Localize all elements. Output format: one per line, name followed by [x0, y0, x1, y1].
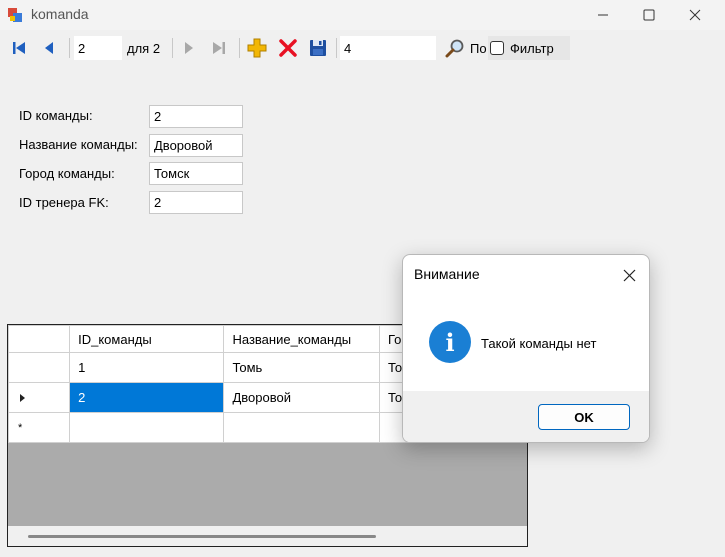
row-header-current[interactable]: [8, 382, 71, 413]
team-name-field[interactable]: [149, 134, 243, 157]
close-icon: [689, 9, 701, 21]
grid-cell[interactable]: [69, 412, 225, 443]
grid-cell[interactable]: Томь: [223, 352, 380, 383]
coach-id-field[interactable]: [149, 191, 243, 214]
title-bar: komanda: [0, 0, 725, 30]
add-new-button[interactable]: [245, 37, 269, 59]
save-button[interactable]: [306, 37, 330, 59]
team-id-label: ID команды:: [19, 108, 93, 123]
save-floppy-icon: [310, 40, 326, 56]
minimize-icon: [598, 14, 608, 16]
team-city-label: Город команды:: [19, 166, 115, 181]
dialog-message: Такой команды нет: [481, 336, 597, 351]
dialog-close-button[interactable]: [619, 265, 639, 285]
delete-x-icon: [279, 39, 297, 57]
move-next-icon: [185, 42, 193, 54]
toolbar-separator: [172, 38, 173, 58]
checkbox-box[interactable]: [490, 41, 504, 55]
magnifier-icon: [445, 39, 464, 58]
maximize-icon: [643, 9, 655, 21]
close-icon: [623, 269, 635, 281]
message-dialog: Внимание i Такой команды нет OK: [402, 254, 650, 443]
move-first-button[interactable]: [8, 37, 30, 59]
search-button-label: По: [470, 41, 487, 56]
move-next-button[interactable]: [178, 37, 200, 59]
binding-navigator: для 2: [0, 33, 725, 63]
coach-id-label: ID тренера FK:: [19, 195, 109, 210]
minimize-button[interactable]: [580, 0, 626, 30]
horizontal-scrollbar[interactable]: [8, 526, 527, 546]
move-previous-icon: [45, 42, 53, 54]
window-title: komanda: [31, 6, 89, 22]
column-header-team-name[interactable]: Название_команды: [223, 325, 380, 353]
move-last-icon: [213, 42, 225, 54]
move-first-icon: [13, 42, 25, 54]
record-count-label: для 2: [127, 41, 161, 56]
row-header[interactable]: [8, 352, 71, 383]
team-name-label: Название команды:: [19, 137, 138, 152]
toolbar-separator: [69, 38, 70, 58]
close-window-button[interactable]: [672, 0, 718, 30]
move-previous-button[interactable]: [38, 37, 60, 59]
team-city-field[interactable]: [149, 162, 243, 185]
new-row-header[interactable]: *: [8, 412, 71, 443]
grid-cell[interactable]: 1: [69, 352, 225, 383]
scrollbar-thumb[interactable]: [28, 535, 376, 538]
column-header-team-id[interactable]: ID_команды: [69, 325, 225, 353]
filter-checkbox[interactable]: Фильтр: [488, 36, 570, 60]
grid-cell[interactable]: Дворовой: [223, 382, 380, 413]
delete-button[interactable]: [276, 37, 300, 59]
app-form-icon: [8, 8, 22, 22]
filter-label: Фильтр: [510, 40, 554, 56]
info-icon: i: [429, 321, 471, 363]
grid-cell[interactable]: [223, 412, 380, 443]
add-plus-icon: [247, 38, 267, 58]
dialog-title: Внимание: [414, 266, 480, 282]
position-input[interactable]: [74, 36, 122, 60]
new-row-star-icon: *: [18, 421, 23, 434]
dialog-footer: OK: [403, 391, 649, 442]
move-last-button[interactable]: [208, 37, 230, 59]
maximize-button[interactable]: [626, 0, 672, 30]
search-input[interactable]: [340, 36, 436, 60]
toolbar-separator: [336, 38, 337, 58]
toolbar-separator: [239, 38, 240, 58]
grid-cell-selected[interactable]: 2: [69, 382, 225, 413]
team-id-field[interactable]: [149, 105, 243, 128]
current-row-arrow-icon: [20, 393, 25, 402]
grid-corner-header[interactable]: [8, 325, 71, 353]
ok-button[interactable]: OK: [538, 404, 630, 430]
search-button[interactable]: [443, 37, 467, 59]
